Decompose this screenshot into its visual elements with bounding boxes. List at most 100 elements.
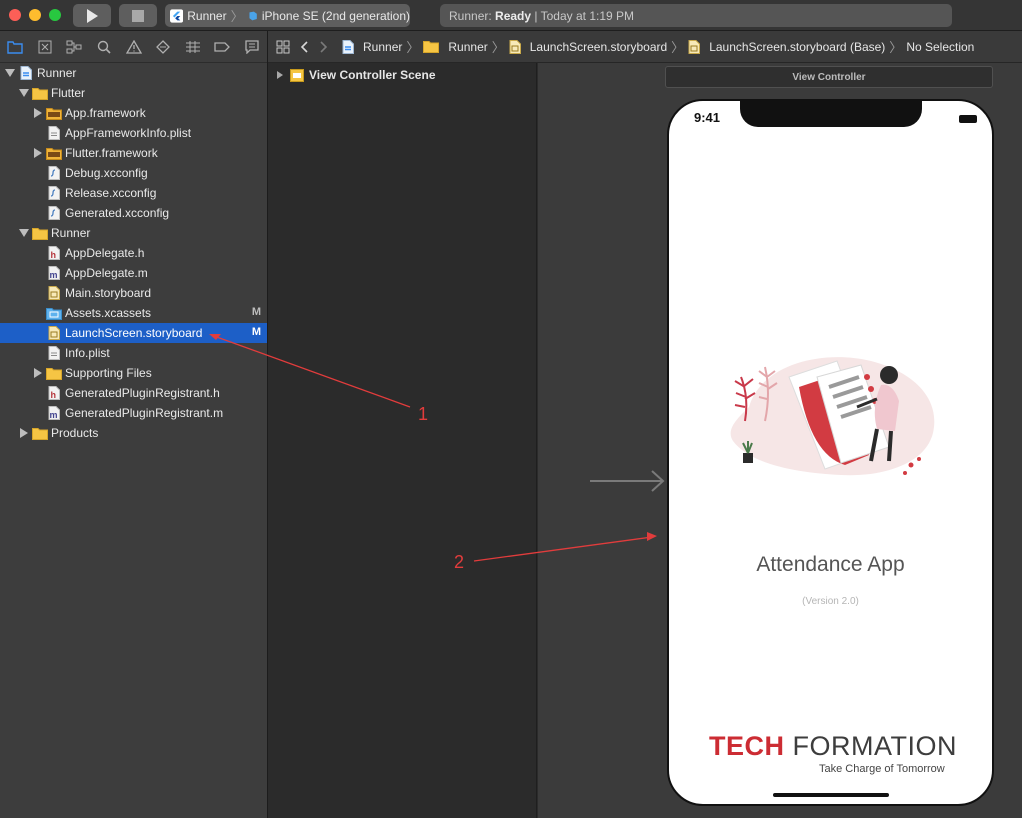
- file-tree-label: Flutter: [51, 86, 86, 100]
- outline-scene-row[interactable]: View Controller Scene: [276, 68, 436, 82]
- close-window-button[interactable]: [9, 9, 21, 21]
- folder-file-icon: [32, 86, 48, 100]
- disclosure-closed-icon[interactable]: [18, 427, 30, 439]
- navigator-tab-bar: [0, 31, 267, 63]
- source-control-icon[interactable]: [36, 38, 54, 56]
- file-tree-label: Supporting Files: [65, 366, 152, 380]
- breadcrumb-item[interactable]: Runner: [423, 40, 488, 54]
- file-tree-row[interactable]: Generated.xcconfig: [0, 203, 267, 223]
- search-icon[interactable]: [95, 38, 113, 56]
- scheme-selector[interactable]: Runner 〉 iPhone SE (2nd generation): [165, 4, 410, 27]
- breadcrumb-item[interactable]: LaunchScreen.storyboard (Base): [688, 39, 885, 54]
- logo-tech-text: TECH: [709, 731, 785, 761]
- config-file-icon: [46, 186, 62, 200]
- storyboard-canvas[interactable]: View Controller 9:41 Attendance App (Ver…: [538, 63, 1022, 818]
- window-toolbar: Runner 〉 iPhone SE (2nd generation) Runn…: [0, 0, 1022, 31]
- breakpoint-icon[interactable]: [213, 38, 231, 56]
- folder-icon: [423, 40, 443, 53]
- file-tree-row[interactable]: AppFrameworkInfo.plist: [0, 123, 267, 143]
- debug-icon[interactable]: [184, 38, 202, 56]
- file-tree-row[interactable]: LaunchScreen.storyboard M: [0, 323, 267, 343]
- launch-screen-preview[interactable]: 9:41 Attendance App (Version 2.0) TECH F…: [667, 99, 994, 806]
- disclosure-open-icon[interactable]: [18, 87, 30, 99]
- breadcrumb-separator: 〉: [889, 40, 903, 55]
- file-tree-label: AppDelegate.h: [65, 246, 145, 260]
- file-tree-row[interactable]: Runner: [0, 63, 267, 83]
- view-controller-header[interactable]: View Controller: [665, 66, 993, 88]
- stop-button[interactable]: [119, 4, 157, 27]
- disclosure-closed-icon[interactable]: [32, 107, 44, 119]
- disclosure-closed-icon[interactable]: [32, 147, 44, 159]
- scheme-app-label: Runner: [187, 8, 227, 23]
- related-items-icon[interactable]: [276, 40, 290, 54]
- breadcrumb-item[interactable]: Runner: [342, 39, 402, 54]
- disclosure-open-icon[interactable]: [18, 227, 30, 239]
- play-icon: [87, 8, 98, 23]
- file-tree-row[interactable]: h GeneratedPluginRegistrant.h: [0, 383, 267, 403]
- disclosure-closed-icon[interactable]: [276, 70, 284, 80]
- impl-file-icon: m: [46, 266, 62, 280]
- breadcrumb-item[interactable]: No Selection: [906, 40, 974, 54]
- file-tree-row[interactable]: Release.xcconfig: [0, 183, 267, 203]
- config-file-icon: [46, 206, 62, 220]
- test-icon[interactable]: [154, 38, 172, 56]
- file-tree-label: AppFrameworkInfo.plist: [65, 126, 192, 140]
- file-tree-row[interactable]: Products: [0, 423, 267, 443]
- svg-text:m: m: [50, 270, 58, 280]
- file-tree-row[interactable]: Flutter: [0, 83, 267, 103]
- file-tree-row[interactable]: Flutter.framework: [0, 143, 267, 163]
- folder-file-icon: [32, 226, 48, 240]
- disclosure-open-icon[interactable]: [4, 67, 16, 79]
- flutter-icon: [170, 8, 184, 23]
- initial-view-controller-arrow-icon[interactable]: [588, 468, 666, 494]
- folder-icon[interactable]: [6, 38, 24, 56]
- minimize-window-button[interactable]: [29, 9, 41, 21]
- warning-icon[interactable]: [125, 38, 143, 56]
- file-tree-label: Info.plist: [65, 346, 110, 360]
- disclosure-closed-icon[interactable]: [32, 367, 44, 379]
- file-tree-row[interactable]: m AppDelegate.m: [0, 263, 267, 283]
- scene-icon: [290, 68, 304, 82]
- home-indicator: [773, 793, 889, 797]
- file-tree-row[interactable]: App.framework: [0, 103, 267, 123]
- file-file-icon: [46, 346, 62, 360]
- file-tree-row[interactable]: h AppDelegate.h: [0, 243, 267, 263]
- back-button[interactable]: [300, 40, 308, 53]
- file-tree-row[interactable]: m GeneratedPluginRegistrant.m: [0, 403, 267, 423]
- file-tree-row[interactable]: Debug.xcconfig: [0, 163, 267, 183]
- file-tree-row[interactable]: Info.plist: [0, 343, 267, 363]
- zoom-window-button[interactable]: [49, 9, 61, 21]
- file-tree: Runner Flutter App.framework AppFrameworkIn…: [0, 63, 267, 443]
- file-tree-row[interactable]: Supporting Files: [0, 363, 267, 383]
- breadcrumb-separator: 〉: [491, 40, 505, 55]
- run-button[interactable]: [73, 4, 111, 27]
- breadcrumb-separator: 〉: [671, 40, 685, 55]
- storyboard-file-icon: [46, 326, 62, 340]
- file-file-icon: [46, 126, 62, 140]
- file-tree-label: GeneratedPluginRegistrant.m: [65, 406, 224, 420]
- file-tree-label: Runner: [51, 226, 91, 240]
- stop-icon: [132, 9, 144, 22]
- file-tree-label: Flutter.framework: [65, 146, 158, 160]
- file-tree-label: Generated.xcconfig: [65, 206, 170, 220]
- file-tree-row[interactable]: Runner: [0, 223, 267, 243]
- file-tree-row[interactable]: Main.storyboard: [0, 283, 267, 303]
- framework-file-icon: [46, 106, 62, 120]
- breadcrumb-item[interactable]: LaunchScreen.storyboard: [509, 39, 667, 54]
- file-tree-label: Runner: [37, 66, 77, 80]
- status-prefix: Runner:: [449, 9, 496, 23]
- file-tree-label: Debug.xcconfig: [65, 166, 148, 180]
- symbol-icon[interactable]: [65, 38, 83, 56]
- app-version: (Version 2.0): [802, 596, 859, 607]
- project-icon: [342, 39, 358, 54]
- report-icon[interactable]: [243, 38, 261, 56]
- forward-button[interactable]: [320, 40, 328, 53]
- techformation-logo: TECH FORMATION Take Charge of Tomorrow: [709, 731, 957, 775]
- device-notch: [740, 101, 922, 127]
- file-tree-row[interactable]: Assets.xcassets M: [0, 303, 267, 323]
